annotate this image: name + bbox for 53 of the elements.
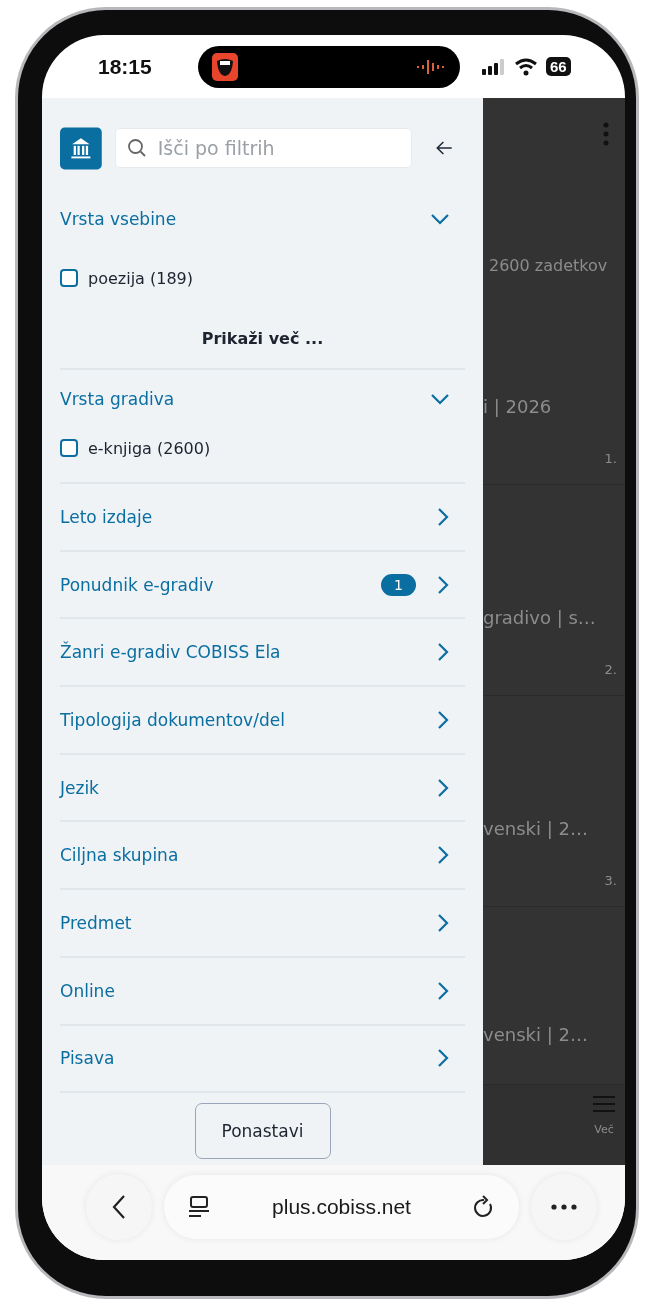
filter-row[interactable]: Jezik	[60, 754, 465, 821]
chevron-right-icon	[438, 846, 449, 865]
search-field[interactable]: Išči po filtrih	[114, 128, 412, 168]
result-count: 2600 zadetkov	[489, 256, 609, 275]
filter-row[interactable]: Tipologija dokumentov/del	[60, 687, 465, 753]
chevron-down-icon	[431, 393, 449, 405]
result-number: 1.	[604, 451, 617, 466]
chevron-right-icon	[438, 778, 449, 797]
option-label[interactable]: e-knjiga (2600)	[88, 438, 211, 458]
chevron-down-icon	[431, 213, 449, 225]
chevron-right-icon	[438, 1049, 449, 1068]
checkbox[interactable]	[60, 439, 78, 457]
result-snippet: venski | 2…	[483, 818, 589, 839]
chevron-right-icon	[438, 981, 449, 1000]
chevron-right-icon	[438, 913, 449, 932]
tabs-icon[interactable]	[188, 1195, 210, 1218]
chevron-right-icon	[438, 710, 449, 729]
chevron-right-icon	[438, 575, 449, 594]
more-menu-button[interactable]: Več	[583, 1085, 625, 1165]
option-label[interactable]: poezija (189)	[88, 268, 193, 288]
reset-button[interactable]: Ponastavi	[194, 1103, 331, 1160]
filter-row[interactable]: Žanri e-gradiv COBISS Ela	[60, 619, 465, 686]
url-text[interactable]: plus.cobiss.net	[272, 1194, 411, 1219]
filter-row[interactable]: Predmet	[60, 890, 465, 956]
search-icon	[126, 138, 147, 158]
signal-icon	[482, 58, 506, 75]
battery-indicator: 66	[546, 57, 571, 76]
filter-row[interactable]: Leto izdaje	[60, 484, 465, 550]
waveform-icon	[416, 58, 446, 75]
menu-icon	[593, 1095, 615, 1113]
address-bar[interactable]: plus.cobiss.net	[164, 1174, 519, 1239]
status-time: 18:15	[98, 54, 153, 79]
result-number: 3.	[604, 873, 617, 888]
chevron-right-icon	[438, 507, 449, 526]
result-number: 2.	[604, 662, 617, 677]
chevron-left-icon	[112, 1193, 126, 1220]
filter-row[interactable]: Online	[60, 957, 465, 1024]
count-badge: 1	[381, 573, 416, 596]
accordion-header[interactable]: Vrsta vsebine	[60, 190, 465, 248]
show-more-link[interactable]: Prikaži več ...	[201, 328, 324, 348]
accordion-header[interactable]: Vrsta gradiva	[60, 370, 465, 428]
more-horizontal-icon	[551, 1203, 577, 1210]
result-snippet: i | 2026	[483, 396, 553, 417]
reload-icon[interactable]	[473, 1194, 495, 1219]
filter-row[interactable]: Pisava	[60, 1025, 465, 1092]
chevron-right-icon	[438, 643, 449, 662]
result-snippet: venski | 2…	[483, 1024, 589, 1045]
filter-row[interactable]: Ciljna skupina	[60, 822, 465, 889]
result-snippet: gradivo | s…	[483, 607, 597, 628]
wifi-icon	[514, 57, 538, 76]
checkbox[interactable]	[60, 269, 78, 287]
filter-row[interactable]: Ponudnik e-gradiv 1	[60, 551, 465, 618]
app-icon	[212, 52, 238, 81]
